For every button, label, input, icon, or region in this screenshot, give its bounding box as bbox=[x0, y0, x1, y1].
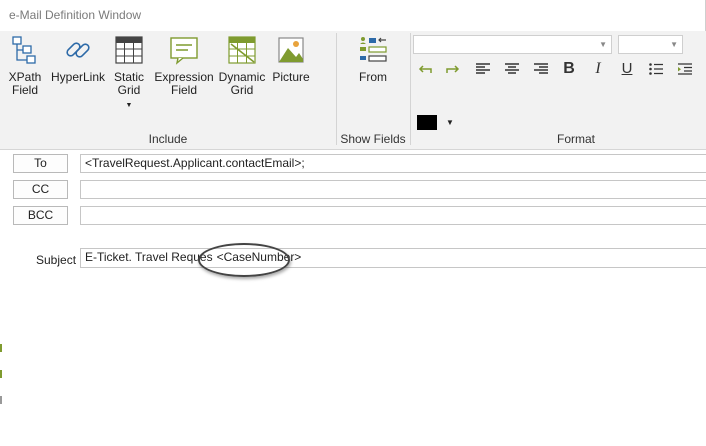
ribbon: XPath Field HyperLink Static Grid ▼ Expr… bbox=[0, 31, 706, 150]
align-left-icon bbox=[476, 63, 490, 74]
undo-button[interactable] bbox=[414, 59, 436, 79]
subject-label: Subject bbox=[36, 253, 77, 267]
font-size-select[interactable]: ▼ bbox=[618, 35, 683, 54]
cc-button[interactable]: CC bbox=[13, 180, 68, 199]
ribbon-separator bbox=[336, 33, 337, 145]
bcc-field[interactable] bbox=[80, 206, 706, 225]
window-title: e-Mail Definition Window bbox=[9, 8, 142, 22]
underline-button[interactable]: U bbox=[616, 59, 638, 79]
from-button[interactable]: From bbox=[355, 35, 391, 84]
static-grid-dropdown-icon[interactable]: ▼ bbox=[112, 99, 146, 112]
font-color-swatch[interactable] bbox=[417, 115, 437, 130]
to-button[interactable]: To bbox=[13, 154, 68, 173]
picture-icon bbox=[278, 37, 304, 63]
expression-field-icon bbox=[170, 37, 198, 65]
xpath-field-button[interactable]: XPath Field bbox=[6, 35, 44, 97]
hyperlink-label: HyperLink bbox=[50, 70, 106, 84]
static-grid-icon bbox=[115, 36, 143, 64]
chevron-down-icon: ▼ bbox=[599, 40, 607, 49]
align-right-button[interactable] bbox=[530, 59, 552, 79]
xpath-field-label: XPath Field bbox=[8, 70, 42, 97]
format-group-label: Format bbox=[556, 132, 595, 146]
align-left-button[interactable] bbox=[472, 59, 494, 79]
dynamic-grid-icon bbox=[228, 36, 256, 64]
ribbon-separator bbox=[410, 33, 411, 145]
title-bar: e-Mail Definition Window bbox=[0, 0, 706, 32]
picture-button[interactable]: Picture bbox=[270, 35, 312, 84]
dynamic-grid-label: Dynamic Grid bbox=[218, 70, 266, 97]
subject-text: E-Ticket. Travel Reques bbox=[85, 250, 213, 264]
align-center-button[interactable] bbox=[501, 59, 523, 79]
to-field[interactable]: <TravelRequest.Applicant.contactEmail>; bbox=[80, 154, 706, 173]
left-edge-mark bbox=[0, 396, 2, 404]
static-grid-button[interactable]: Static Grid ▼ bbox=[112, 35, 146, 112]
indent-icon bbox=[678, 63, 692, 75]
bullet-list-icon bbox=[649, 63, 663, 75]
hyperlink-button[interactable]: HyperLink bbox=[50, 35, 106, 84]
expression-field-label: Expression Field bbox=[154, 70, 214, 97]
hyperlink-icon bbox=[66, 42, 90, 58]
subject-field[interactable]: E-Ticket. Travel Reques <CaseNumber> bbox=[80, 248, 706, 268]
left-edge-mark bbox=[0, 344, 2, 352]
bold-button[interactable]: B bbox=[558, 59, 580, 79]
indent-button[interactable] bbox=[674, 59, 696, 79]
bcc-button[interactable]: BCC bbox=[13, 206, 68, 225]
font-family-select[interactable]: ▼ bbox=[413, 35, 612, 54]
undo-icon bbox=[418, 65, 432, 73]
chevron-down-icon: ▼ bbox=[670, 40, 678, 49]
static-grid-label: Static Grid bbox=[113, 70, 144, 97]
include-group-label: Include bbox=[148, 132, 188, 146]
redo-icon bbox=[446, 65, 460, 73]
from-label: From bbox=[359, 70, 387, 84]
align-right-icon bbox=[534, 63, 548, 74]
xpath-field-icon bbox=[12, 36, 36, 64]
align-center-icon bbox=[505, 63, 519, 74]
left-edge-mark bbox=[0, 370, 2, 378]
redo-button[interactable] bbox=[442, 59, 464, 79]
bullet-list-button[interactable] bbox=[645, 59, 667, 79]
font-color-dropdown-icon[interactable]: ▼ bbox=[446, 118, 454, 127]
dynamic-grid-button[interactable]: Dynamic Grid bbox=[218, 35, 266, 97]
expression-field-button[interactable]: Expression Field bbox=[153, 35, 215, 97]
picture-label: Picture bbox=[272, 70, 310, 84]
cc-field[interactable] bbox=[80, 180, 706, 199]
show-fields-group-label: Show Fields bbox=[340, 132, 406, 146]
italic-button[interactable]: I bbox=[587, 59, 609, 79]
highlight-ellipse bbox=[198, 243, 290, 277]
show-fields-icon bbox=[360, 37, 387, 62]
